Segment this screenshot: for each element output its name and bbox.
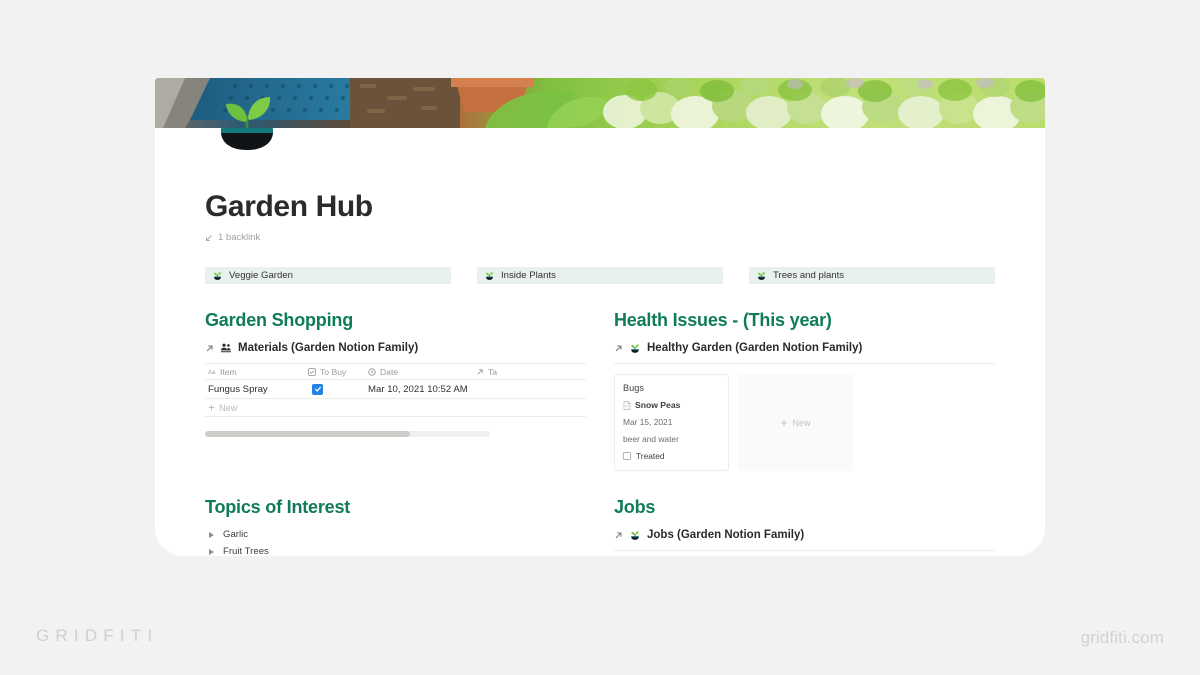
- top-column-row: Garden Shopping Materials (Garden Notion…: [205, 310, 995, 471]
- health-issues-column: Health Issues - (This year) Healthy Gard…: [614, 310, 995, 471]
- topics-of-interest-column: Topics of Interest Garlic Fruit Trees Co…: [205, 497, 586, 556]
- nav-card-inside-plants[interactable]: Inside Plants: [477, 267, 723, 284]
- new-row-button[interactable]: New: [205, 403, 237, 413]
- new-card-label: New: [792, 417, 811, 428]
- healthy-garden-database-link[interactable]: Healthy Garden (Garden Notion Family): [614, 342, 995, 354]
- card-title: Bugs: [623, 383, 644, 393]
- page-title: Garden Hub: [205, 190, 373, 223]
- column-label: Item: [220, 366, 237, 377]
- materials-database-title: Materials (Garden Notion Family): [238, 342, 419, 354]
- external-link-arrow-icon: [615, 532, 622, 538]
- toggle-label: Fruit Trees: [223, 546, 269, 556]
- card-checkbox-label: Treated: [636, 451, 665, 461]
- external-link-arrow-icon: [615, 345, 622, 351]
- nav-card-row: Veggie Garden Inside Plants Trees and pl…: [205, 267, 995, 284]
- health-issues-heading: Health Issues - (This year): [614, 310, 832, 330]
- item-name: Fungus Spray: [208, 383, 268, 395]
- document-icon: [623, 400, 631, 410]
- seedling-icon: [758, 272, 765, 280]
- people-icon: [221, 343, 231, 353]
- health-issues-gallery: Bugs Snow Peas Mar 15, 2021 beer and wat…: [614, 363, 995, 471]
- plus-icon: [208, 404, 215, 411]
- jobs-heading: Jobs: [614, 497, 656, 517]
- column-label: Date: [380, 366, 399, 377]
- column-header-to-buy[interactable]: To Buy: [305, 367, 365, 377]
- chevron-right-icon[interactable]: [209, 531, 214, 538]
- column-header-date[interactable]: Date: [365, 367, 473, 377]
- table-new-row[interactable]: New: [205, 398, 586, 417]
- seedling-icon: [214, 272, 221, 280]
- table-header-row: Aa Item To Buy Date Ta: [205, 363, 586, 379]
- toggle-item-fruit-trees[interactable]: Fruit Trees: [205, 546, 586, 556]
- clock-icon: [368, 367, 376, 376]
- seedling-pot-icon: [631, 344, 639, 353]
- page-cover-image: [155, 78, 1045, 128]
- garden-shopping-heading: Garden Shopping: [205, 310, 353, 330]
- gallery-new-card-button[interactable]: New: [738, 374, 853, 471]
- date-value: Mar 10, 2021 10:52 AM: [368, 383, 468, 395]
- checkbox-unchecked[interactable]: [623, 452, 631, 460]
- page-body: Garden Hub 1 backlink Veggie Garden Insi…: [155, 190, 1045, 556]
- toggle-list: Garlic Fruit Trees Composting: [205, 529, 586, 556]
- gridfiti-watermark-right: gridfiti.com: [1080, 628, 1164, 647]
- card-date: Mar 15, 2021: [623, 417, 673, 427]
- nav-card-label: Trees and plants: [773, 270, 845, 281]
- healthy-garden-database-title: Healthy Garden (Garden Notion Family): [647, 342, 863, 354]
- column-label: Ta: [488, 366, 498, 377]
- checkbox-checked[interactable]: [312, 383, 323, 395]
- gridfiti-watermark-left: GRIDFITI: [36, 626, 159, 645]
- chevron-right-icon[interactable]: [209, 548, 214, 555]
- cell-date[interactable]: Mar 10, 2021 10:52 AM: [365, 384, 473, 395]
- nav-card-veggie-garden[interactable]: Veggie Garden: [205, 267, 451, 284]
- garden-shopping-column: Garden Shopping Materials (Garden Notion…: [205, 310, 586, 471]
- backlink-arrow-icon: [206, 234, 212, 241]
- bottom-column-row: Topics of Interest Garlic Fruit Trees Co…: [205, 497, 995, 556]
- jobs-database-title: Jobs (Garden Notion Family): [647, 529, 805, 541]
- nav-card-label: Veggie Garden: [229, 270, 294, 281]
- column-label: To Buy: [320, 366, 347, 377]
- nav-card-trees-and-plants[interactable]: Trees and plants: [749, 267, 995, 284]
- page-icon-potted-plant[interactable]: [213, 88, 281, 150]
- checkmark-icon: [314, 386, 321, 392]
- seedling-icon: [486, 272, 493, 280]
- materials-database-link[interactable]: Materials (Garden Notion Family): [205, 342, 586, 354]
- card-note: beer and water: [623, 434, 679, 444]
- toggle-item-garlic[interactable]: Garlic: [205, 529, 586, 540]
- card-page-link[interactable]: Snow Peas: [623, 400, 720, 410]
- plus-icon: [781, 419, 788, 426]
- jobs-database-link[interactable]: Jobs (Garden Notion Family): [614, 529, 995, 541]
- backlink-row[interactable]: 1 backlink: [205, 232, 995, 243]
- column-header-item[interactable]: Aa Item: [205, 367, 305, 377]
- backlink-label: 1 backlink: [218, 232, 261, 243]
- gallery-card[interactable]: Bugs Snow Peas Mar 15, 2021 beer and wat…: [614, 374, 729, 471]
- notion-page-card: Garden Hub 1 backlink Veggie Garden Insi…: [155, 78, 1045, 556]
- external-link-arrow-icon: [206, 345, 213, 351]
- seedling-pot-icon: [631, 531, 639, 540]
- relation-arrow-icon: [477, 368, 483, 375]
- text-aa-icon: Aa: [208, 370, 216, 376]
- jobs-column: Jobs Jobs (Garden Notion Family): [614, 497, 995, 556]
- nav-card-label: Inside Plants: [501, 270, 556, 281]
- svg-text:Aa: Aa: [208, 370, 216, 376]
- table-row[interactable]: Fungus Spray Mar 10, 2021 10:52 AM: [205, 379, 586, 398]
- topics-of-interest-heading: Topics of Interest: [205, 497, 351, 517]
- scrollbar-thumb[interactable]: [205, 431, 411, 437]
- table-horizontal-scrollbar[interactable]: [205, 431, 490, 437]
- card-checkbox-row[interactable]: Treated: [623, 451, 720, 461]
- jobs-gallery: Weed Bed: [614, 550, 995, 556]
- toggle-label: Garlic: [223, 529, 249, 540]
- checkbox-icon: [308, 367, 316, 376]
- cell-to-buy[interactable]: [305, 383, 365, 395]
- column-header-tags[interactable]: Ta: [473, 367, 505, 377]
- materials-table: Aa Item To Buy Date Ta Fungus Spray Mar …: [205, 363, 586, 417]
- cell-item[interactable]: Fungus Spray: [205, 384, 305, 395]
- card-page-link-label: Snow Peas: [635, 400, 681, 410]
- new-row-label: New: [219, 402, 238, 413]
